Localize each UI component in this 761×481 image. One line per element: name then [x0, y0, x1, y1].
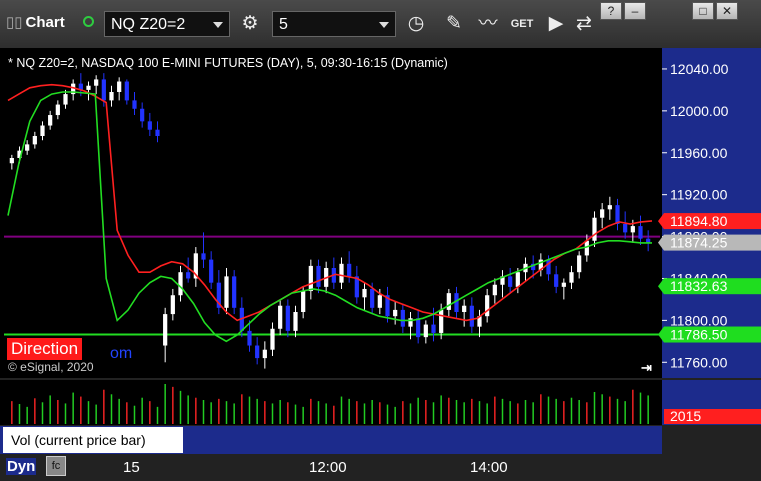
dyn-label[interactable]: Dyn [6, 458, 37, 475]
moving-average-line [7, 91, 652, 343]
candle-body [232, 276, 237, 308]
candle-body [431, 324, 436, 333]
candle-body [101, 79, 106, 101]
candle-body [600, 209, 605, 218]
candle-body [515, 272, 520, 287]
candle-body [485, 295, 490, 317]
candle-body [439, 309, 444, 333]
candle-body [255, 345, 260, 359]
candle-body [393, 309, 398, 317]
candle-body [492, 284, 497, 296]
price-badge-pointer [658, 278, 664, 295]
price-tick-label: 11920.00 [670, 187, 728, 203]
candle-body [469, 305, 474, 327]
candle-body [347, 263, 352, 277]
candle-body [423, 324, 428, 338]
scroll-to-end-icon[interactable]: ⇥ [641, 360, 652, 376]
candle-body [140, 108, 145, 122]
candle-body [55, 104, 60, 116]
candle-body [86, 85, 91, 90]
candle-body [554, 274, 559, 287]
candle-body [508, 276, 513, 287]
candle-body [224, 276, 229, 308]
volume-label[interactable]: Vol (current price bar) [3, 427, 183, 453]
candle-body [638, 226, 643, 239]
candle-body [561, 282, 566, 287]
candle-body [607, 205, 612, 210]
candle-body [124, 81, 129, 101]
price-tick-label: 11760.00 [670, 354, 728, 370]
candle-body [94, 79, 99, 86]
candle-body [370, 288, 375, 308]
candle-body [170, 295, 175, 315]
candle-body [109, 92, 114, 101]
time-tick-label: 12:00 [309, 459, 347, 476]
direction-label[interactable]: Direction [7, 338, 83, 360]
candle-body [592, 217, 597, 241]
candle-body [577, 255, 582, 273]
price-badge-pointer [658, 326, 664, 343]
candle-body [9, 158, 14, 164]
candle-body [362, 288, 367, 298]
candle-body [201, 253, 206, 260]
volume-pane[interactable] [0, 380, 662, 425]
candle-body [339, 263, 344, 283]
candle-body [446, 293, 451, 310]
candle-body [400, 309, 405, 327]
price-badge-text: 11832.63 [670, 278, 728, 294]
price-tick-label: 11960.00 [670, 145, 728, 161]
candle-body [163, 314, 168, 346]
candle-body [178, 272, 183, 296]
candle-body [408, 318, 413, 327]
candle-body [278, 305, 283, 329]
price-badge-text: 11894.80 [670, 213, 728, 229]
candle-body [25, 144, 30, 151]
close-icon[interactable]: x [170, 428, 177, 442]
candle-body [117, 81, 122, 92]
volume-scale[interactable] [662, 380, 761, 425]
candle-body [32, 136, 37, 145]
candle-body [316, 265, 321, 287]
candle-body [132, 100, 137, 109]
direction-tail-text: om [110, 345, 133, 362]
candle-body [308, 265, 313, 292]
candle-body [416, 318, 421, 338]
price-tick-label: 12040.00 [670, 61, 729, 77]
price-badge-text: 11786.50 [670, 327, 728, 343]
candle-body [262, 349, 267, 359]
candle-body [186, 272, 191, 279]
candle-body [63, 94, 68, 105]
study-title: * NQ Z20=2, NASDAQ 100 E-MINI FUTURES (D… [8, 56, 448, 70]
candle-body [623, 224, 628, 233]
candle-body [147, 121, 152, 130]
candle-body [377, 295, 382, 308]
candle-body [48, 115, 53, 126]
candle-body [630, 226, 635, 233]
candle-body [270, 328, 275, 350]
candle-body [462, 305, 467, 312]
copyright-text: © eSignal, 2020 [8, 360, 94, 374]
price-badge-text: 11874.25 [670, 235, 728, 251]
time-tick-label: 15 [123, 459, 140, 476]
price-badge-pointer [658, 213, 664, 230]
candle-body [285, 305, 290, 331]
candle-body [293, 312, 298, 331]
time-axis[interactable] [0, 454, 761, 481]
candle-body [569, 272, 574, 283]
candle-body [247, 330, 252, 346]
candle-body [301, 291, 306, 312]
dyn-icon[interactable]: fc [46, 456, 66, 476]
candle-body [584, 240, 589, 256]
candle-body [209, 259, 214, 283]
candle-body [155, 129, 160, 136]
price-tick-label: 12000.00 [670, 103, 729, 119]
time-tick-label: 14:00 [470, 459, 508, 476]
candle-body [40, 125, 45, 136]
